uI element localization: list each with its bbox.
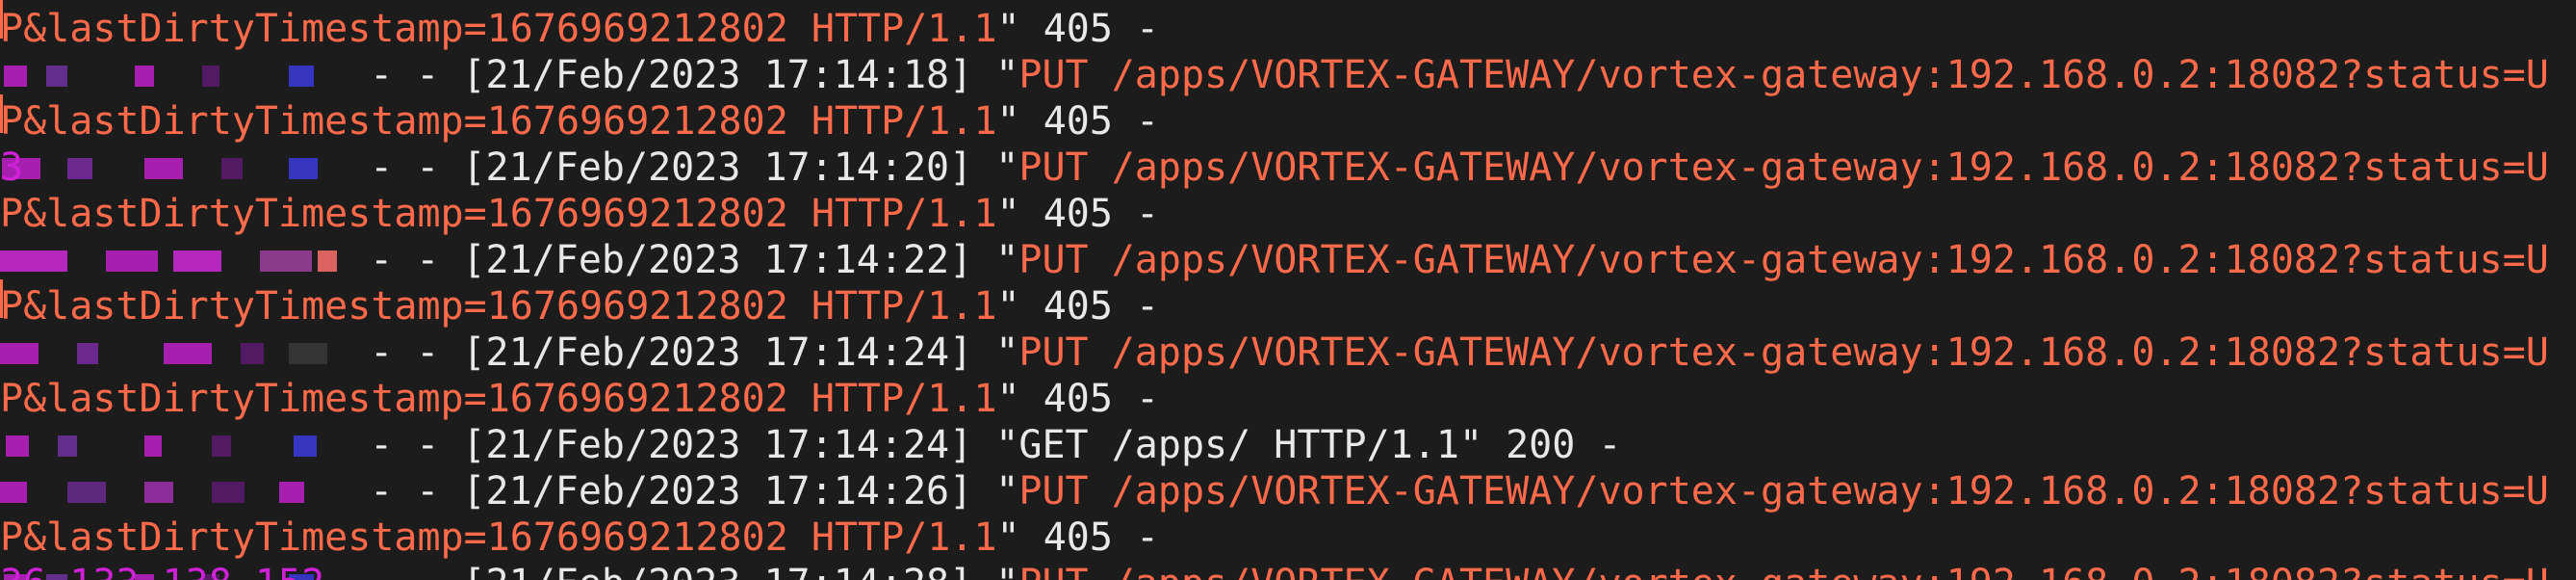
http-status-text: " 405 - [996, 7, 1160, 51]
redaction-block [212, 482, 245, 503]
log-entry-line: - - [21/Feb/2023 17:14:18] "PUT /apps/VO… [0, 52, 2549, 98]
redaction-block [144, 158, 183, 179]
http-request-text: P&lastDirtyTimestamp=1676969212802 HTTP/… [0, 377, 997, 421]
http-request-text: P&lastDirtyTimestamp=1676969212802 HTTP/… [0, 515, 997, 560]
http-request-text: P&lastDirtyTimestamp=1676969212802 HTTP/… [0, 192, 997, 236]
redaction-block [6, 435, 29, 457]
http-status-text: " 405 - [996, 284, 1160, 329]
log-continuation-line: P&lastDirtyTimestamp=1676969212802 HTTP/… [0, 6, 1159, 52]
redaction-block [212, 435, 231, 457]
redaction-block [289, 66, 314, 87]
log-timestamp-prefix: - - [21/Feb/2023 17:14:26] " [347, 469, 1019, 514]
log-entry-line: 3 - - [21/Feb/2023 17:14:20] "PUT /apps/… [0, 145, 2549, 191]
http-request-text: P&lastDirtyTimestamp=1676969212802 HTTP/… [0, 99, 997, 144]
redaction-block [4, 66, 27, 87]
http-request-text: PUT /apps/VORTEX-GATEWAY/vortex-gateway:… [1018, 469, 2549, 514]
redaction-block [289, 343, 327, 364]
log-timestamp-prefix: - - [21/Feb/2023 17:14:18] " [347, 53, 1019, 97]
http-status-text: " 405 - [996, 515, 1160, 560]
http-status-text: " 405 - [996, 192, 1160, 236]
redaction-block [0, 482, 27, 503]
redaction-block [164, 343, 212, 364]
client-ip-text: 36.133.138.152 [0, 561, 324, 580]
log-timestamp-prefix: - - [21/Feb/2023 17:14:20] " [347, 145, 1019, 190]
client-ip-address [0, 422, 347, 468]
log-continuation-line: P&lastDirtyTimestamp=1676969212802 HTTP/… [0, 191, 1159, 237]
http-request-text: PUT /apps/VORTEX-GATEWAY/vortex-gateway:… [1018, 238, 2549, 282]
log-entry-line: - - [21/Feb/2023 17:14:24] "PUT /apps/VO… [0, 330, 2549, 376]
log-timestamp-prefix: - - [21/Feb/2023 17:14:22] " [347, 238, 1019, 282]
redaction-block [46, 66, 67, 87]
log-continuation-line: P&lastDirtyTimestamp=1676969212802 HTTP/… [0, 98, 1159, 145]
log-timestamp-prefix: - - [21/Feb/2023 17:14:28] " [347, 562, 1018, 580]
redaction-block [221, 158, 243, 179]
log-entry-line: - - [21/Feb/2023 17:14:22] "PUT /apps/VO… [0, 237, 2549, 283]
redaction-block [289, 158, 318, 179]
redaction-block [144, 482, 173, 503]
redaction-block [279, 482, 304, 503]
redaction-block [294, 435, 317, 457]
redaction-block [0, 343, 39, 364]
redaction-block [106, 250, 158, 272]
redaction-block [77, 343, 98, 364]
redaction-block [135, 66, 154, 87]
log-continuation-line: P&lastDirtyTimestamp=1676969212802 HTTP/… [0, 376, 1159, 422]
client-ip-text: 3 [0, 145, 24, 190]
http-status-text: " 405 - [996, 377, 1160, 421]
log-entry-line: 36.133.138.152 - - [21/Feb/2023 17:14:28… [0, 561, 2549, 580]
http-request-text: P&lastDirtyTimestamp=1676969212802 HTTP/… [0, 284, 997, 329]
redaction-block [58, 435, 77, 457]
redaction-block [260, 250, 312, 272]
client-ip-address: 3 [0, 145, 347, 191]
client-ip-address [0, 52, 347, 98]
redaction-block [318, 250, 337, 272]
log-continuation-line: P&lastDirtyTimestamp=1676969212802 HTTP/… [0, 514, 1159, 561]
http-request-text: PUT /apps/VORTEX-GATEWAY/vortex-gateway:… [1018, 145, 2549, 190]
client-ip-address [0, 237, 347, 283]
http-request-text: P&lastDirtyTimestamp=1676969212802 HTTP/… [0, 7, 997, 51]
client-ip-address: 36.133.138.152 [0, 561, 347, 580]
redaction-block [67, 482, 106, 503]
redaction-block [241, 343, 264, 364]
http-request-text: PUT /apps/VORTEX-GATEWAY/vortex-gateway:… [1018, 562, 2548, 580]
redaction-block [202, 66, 219, 87]
client-ip-address [0, 468, 347, 514]
redaction-block [0, 250, 67, 272]
redaction-block [144, 435, 162, 457]
http-request-text: PUT /apps/VORTEX-GATEWAY/vortex-gateway:… [1018, 53, 2549, 97]
client-ip-address [0, 330, 347, 376]
redaction-block [173, 250, 221, 272]
log-entry-line: - - [21/Feb/2023 17:14:26] "PUT /apps/VO… [0, 468, 2549, 514]
log-timestamp-prefix: - - [21/Feb/2023 17:14:24] "GET /apps/ H… [347, 423, 1622, 467]
http-status-text: " 405 - [996, 99, 1160, 144]
log-continuation-line: P&lastDirtyTimestamp=1676969212802 HTTP/… [0, 283, 1159, 330]
log-entry-line: - - [21/Feb/2023 17:14:24] "GET /apps/ H… [0, 422, 1622, 468]
terminal-window: P&lastDirtyTimestamp=1676969212802 HTTP/… [0, 0, 2576, 580]
redaction-block [67, 158, 92, 179]
log-timestamp-prefix: - - [21/Feb/2023 17:14:24] " [347, 330, 1019, 375]
http-request-text: PUT /apps/VORTEX-GATEWAY/vortex-gateway:… [1018, 330, 2549, 375]
